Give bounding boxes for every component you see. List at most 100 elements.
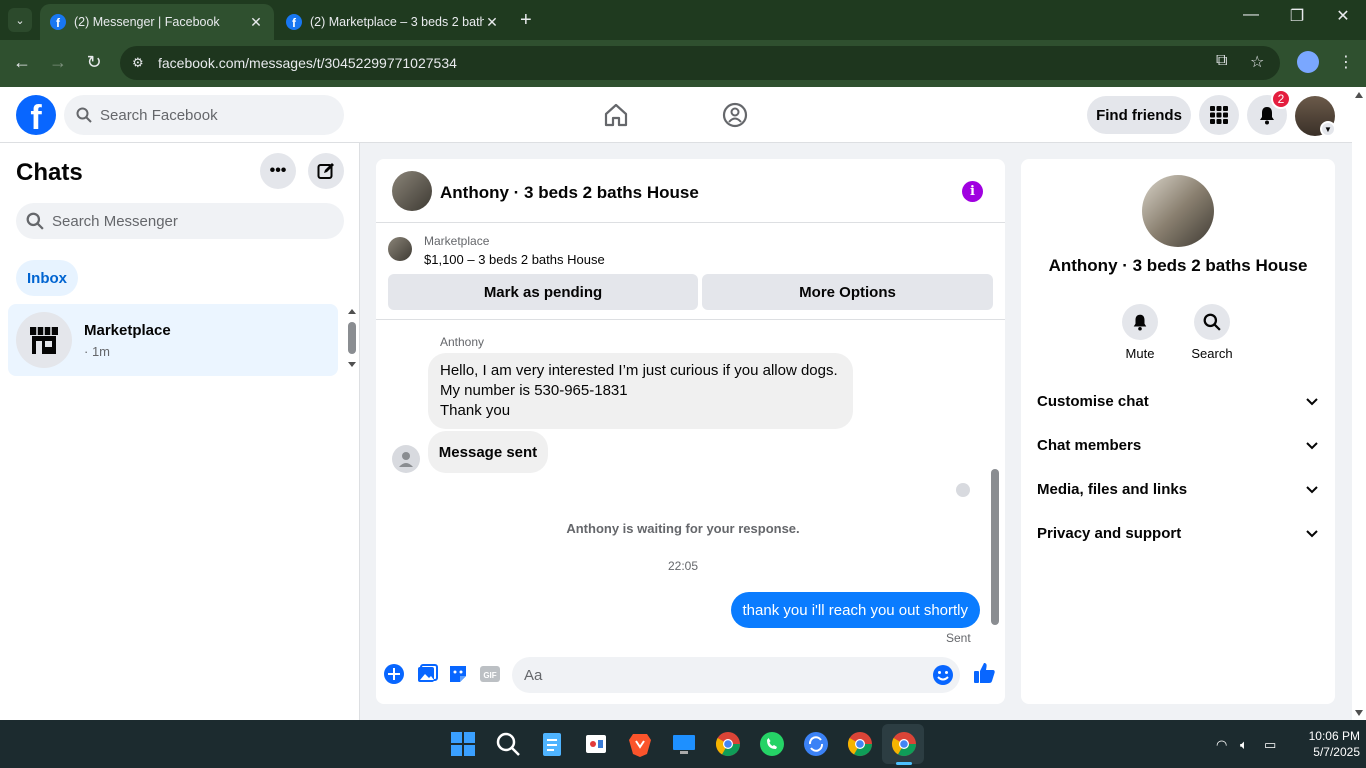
outgoing-message[interactable]: thank you i'll reach you out shortly: [730, 592, 980, 628]
minimize-button[interactable]: —: [1231, 6, 1271, 24]
contact-photo[interactable]: [1142, 175, 1214, 247]
browser-menu-icon[interactable]: ⋮: [1338, 52, 1354, 72]
clock-time: 10:06 PM: [1308, 729, 1360, 743]
home-icon[interactable]: [602, 101, 630, 129]
facebook-logo[interactable]: f: [16, 95, 56, 135]
listing-thumbnail[interactable]: [388, 237, 412, 261]
chevron-down-icon: [1306, 398, 1318, 406]
chrome-active-icon[interactable]: [889, 729, 919, 759]
groups-icon[interactable]: [721, 101, 749, 129]
plus-icon[interactable]: [383, 663, 405, 685]
notepad-icon[interactable]: [537, 729, 567, 759]
composer-placeholder: Aa: [524, 666, 543, 684]
close-tab-icon[interactable]: ✕: [484, 14, 500, 31]
clock-date: 5/7/2025: [1313, 745, 1360, 759]
privacy-support-section[interactable]: Privacy and support: [1037, 513, 1319, 553]
search-conversation-button[interactable]: Search: [1182, 304, 1242, 361]
info-icon[interactable]: i: [962, 181, 983, 202]
chat-members-section[interactable]: Chat members: [1037, 425, 1319, 465]
whatsapp-icon[interactable]: [757, 729, 787, 759]
wifi-icon[interactable]: ◠: [1216, 737, 1227, 753]
brave-browser-icon[interactable]: [625, 729, 655, 759]
chat-list-item[interactable]: Marketplace · 1m: [8, 304, 338, 376]
tab-search-button[interactable]: ⌄: [8, 8, 32, 32]
bookmark-star-icon[interactable]: ☆: [1250, 52, 1264, 72]
facebook-header: f Search Facebook Find friends: [0, 87, 1366, 143]
snipping-tool-icon[interactable]: [581, 729, 611, 759]
close-tab-icon[interactable]: ✕: [248, 14, 264, 31]
volume-icon[interactable]: 🔈︎: [1240, 737, 1248, 753]
like-icon[interactable]: [972, 661, 996, 685]
mark-pending-button[interactable]: Mark as pending: [388, 274, 698, 310]
page-scrollbar[interactable]: [1352, 88, 1366, 720]
system-clock[interactable]: 10:06 PM 5/7/2025: [1290, 728, 1360, 760]
grid-menu-icon: [1210, 106, 1228, 124]
install-app-icon[interactable]: ⧉: [1216, 52, 1227, 70]
remote-desktop-icon[interactable]: [669, 729, 699, 759]
windows-taskbar: ◠ 🔈︎ ▭ 10:06 PM 5/7/2025: [0, 720, 1366, 768]
facebook-favicon-icon: f: [50, 14, 66, 30]
close-window-button[interactable]: ✕: [1323, 6, 1363, 26]
active-indicator: [896, 762, 912, 765]
contact-name: Anthony · 3 beds 2 baths House: [1048, 256, 1308, 275]
chat-info-panel: Anthony · 3 beds 2 baths House Mute Sear…: [1021, 159, 1335, 704]
waiting-notice: Anthony is waiting for your response.: [566, 521, 800, 536]
chevron-down-icon[interactable]: ▼: [1320, 121, 1336, 137]
listing-title[interactable]: $1,100 – 3 beds 2 baths House: [424, 252, 605, 267]
more-options-button[interactable]: More Options: [702, 274, 993, 310]
windows-start-icon[interactable]: [448, 729, 478, 759]
new-message-button[interactable]: [308, 153, 344, 189]
section-label: Chat members: [1037, 436, 1142, 454]
browser-tabbar: ⌄ f (2) Messenger | Facebook ✕ f (2) Mar…: [0, 0, 1366, 40]
maximize-button[interactable]: ❐: [1277, 6, 1317, 26]
taskbar-search-icon[interactable]: [493, 729, 523, 759]
gif-icon[interactable]: GIF: [479, 663, 501, 685]
chat-time: · 1m: [84, 344, 110, 359]
tab-title: (2) Messenger | Facebook: [74, 15, 220, 29]
chats-title: Chats: [16, 159, 83, 186]
chat-options-button[interactable]: •••: [260, 153, 296, 189]
messenger-search-input[interactable]: Search Messenger: [16, 203, 344, 239]
marketplace-avatar: [16, 312, 72, 368]
mute-label: Mute: [1125, 346, 1155, 361]
back-button[interactable]: ←: [10, 52, 34, 73]
sidebar-scrollbar[interactable]: [346, 306, 358, 370]
marketplace-label: Marketplace: [424, 234, 490, 248]
address-bar[interactable]: ⚙ facebook.com/messages/t/30452299771027…: [120, 46, 1280, 80]
media-files-links-section[interactable]: Media, files and links: [1037, 469, 1319, 509]
menu-button[interactable]: [1199, 95, 1239, 135]
inbox-filter[interactable]: Inbox: [16, 260, 78, 296]
chrome-icon[interactable]: [713, 729, 743, 759]
tab-marketplace[interactable]: f (2) Marketplace – 3 beds 2 bath ✕: [276, 4, 510, 40]
store-icon: [30, 327, 58, 354]
chrome-profile-icon[interactable]: [845, 729, 875, 759]
contact-avatar[interactable]: [392, 171, 432, 211]
tab-messenger[interactable]: f (2) Messenger | Facebook ✕: [40, 4, 274, 40]
emoji-icon[interactable]: [932, 664, 954, 686]
more-icon: •••: [269, 162, 287, 179]
sender-name: Anthony: [440, 335, 485, 349]
svg-text:GIF: GIF: [483, 671, 496, 680]
forward-button[interactable]: →: [46, 52, 70, 73]
mute-button[interactable]: Mute: [1110, 304, 1170, 361]
new-tab-button[interactable]: +: [520, 8, 532, 32]
battery-icon[interactable]: ▭: [1264, 737, 1276, 753]
conversation-panel: Anthony · 3 beds 2 baths House i Marketp…: [376, 159, 1005, 704]
search-icon: [76, 107, 92, 123]
reload-button[interactable]: ↻: [82, 52, 106, 73]
sync-app-icon[interactable]: [801, 729, 831, 759]
site-settings-icon[interactable]: ⚙: [132, 55, 156, 71]
message-input[interactable]: Aa: [512, 657, 960, 693]
customise-chat-section[interactable]: Customise chat: [1037, 381, 1319, 421]
sent-status: Sent: [946, 631, 971, 645]
sender-avatar: [392, 445, 420, 473]
sticker-icon[interactable]: [447, 663, 469, 685]
facebook-search-input[interactable]: Search Facebook: [64, 95, 344, 135]
conversation-title[interactable]: Anthony · 3 beds 2 baths House: [440, 183, 699, 203]
scrollbar-thumb[interactable]: [991, 469, 999, 625]
incoming-message[interactable]: Hello, I am very interested I’m just cur…: [428, 353, 853, 429]
browser-profile-avatar[interactable]: [1297, 51, 1319, 73]
photo-icon[interactable]: [416, 663, 438, 685]
find-friends-button[interactable]: Find friends: [1087, 96, 1191, 134]
message-sent-bubble[interactable]: Message sent: [428, 431, 548, 473]
